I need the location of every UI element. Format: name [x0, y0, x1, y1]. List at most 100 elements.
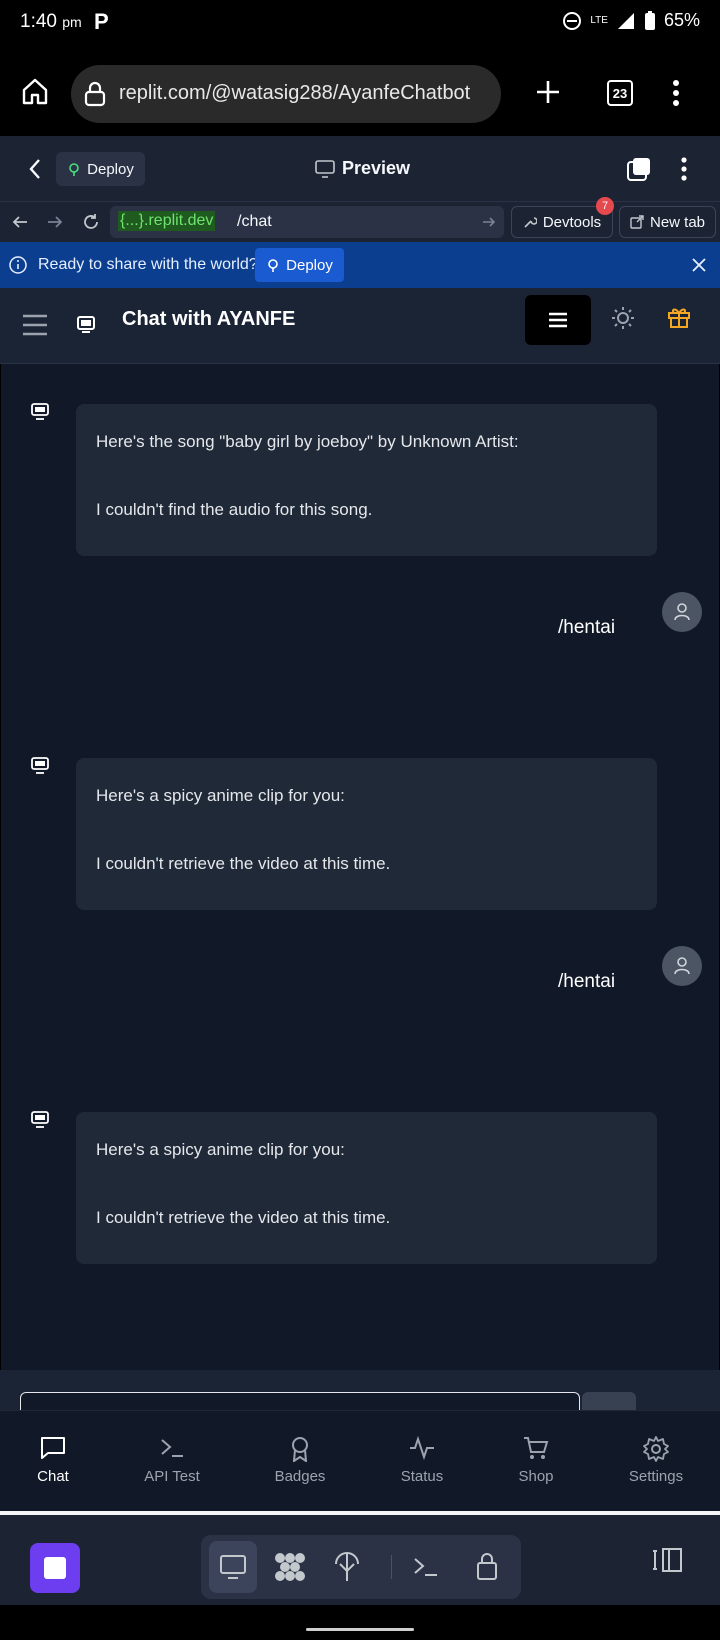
gift-icon[interactable]: [667, 305, 691, 329]
message-input[interactable]: [20, 1392, 580, 1412]
back-arrow-icon[interactable]: [12, 215, 28, 229]
app-tile-icon: [44, 1557, 66, 1579]
status-time: 1:40 pm: [20, 11, 82, 32]
nav-label: Status: [400, 1468, 444, 1485]
devtools-label: Devtools: [542, 213, 602, 231]
more-vert-icon[interactable]: [680, 156, 688, 182]
cart-icon: [524, 1437, 549, 1459]
bot-message: Here's a spicy anime clip for you: I cou…: [76, 758, 657, 910]
user-icon: [674, 957, 690, 975]
gear-icon: [643, 1436, 669, 1462]
nav-chat[interactable]: Chat: [3, 1411, 103, 1511]
app-header: Chat with AYANFE: [0, 288, 720, 364]
new-tab-label: New tab: [649, 213, 706, 231]
reload-icon[interactable]: [81, 212, 101, 232]
new-tab-button[interactable]: New tab: [619, 206, 716, 238]
home-icon[interactable]: [20, 76, 50, 106]
deploy-button[interactable]: Deploy: [56, 152, 145, 186]
lock-icon: [84, 81, 106, 107]
status-right: LTE 65%: [562, 10, 700, 31]
puzzle-icon[interactable]: [274, 1552, 306, 1582]
nav-api-test[interactable]: API Test: [122, 1411, 222, 1511]
activity-icon: [410, 1436, 434, 1460]
deploy-banner: Ready to share with the world? Deploy: [0, 242, 720, 288]
bot-message-line: I couldn't retrieve the video at this ti…: [96, 854, 391, 873]
signal-icon: [617, 12, 634, 29]
status-bar: 1:40 pm P LTE 65%: [0, 0, 720, 46]
battery-icon: [644, 10, 655, 30]
webview-address-row: {...}.replit.dev /chat Devtools 7 New ta…: [0, 197, 720, 242]
bot-message-line: I couldn't find the audio for this song.: [96, 500, 373, 519]
app-tile[interactable]: [30, 1543, 80, 1593]
bot-message-line: Here's a spicy anime clip for you:: [96, 1140, 345, 1159]
back-chevron-icon[interactable]: [28, 158, 42, 180]
user-message: /hentai: [558, 971, 616, 992]
deploy-icon[interactable]: [334, 1551, 360, 1583]
deploy-label: Deploy: [87, 160, 134, 178]
deploy-icon: [268, 259, 278, 272]
nav-label: API Test: [144, 1468, 200, 1485]
lock-icon[interactable]: [476, 1551, 498, 1581]
split-panel-icon[interactable]: [651, 1547, 683, 1573]
nav-label: Chat: [37, 1468, 69, 1485]
banner-text: Ready to share with the world?: [38, 256, 258, 273]
webview-url-field[interactable]: {...}.replit.dev /chat: [110, 206, 504, 238]
url-path: /chat: [237, 213, 272, 230]
chat-messages: Here's the song "baby girl by joeboy" by…: [1, 364, 719, 1370]
sun-icon[interactable]: [611, 306, 635, 330]
deploy-icon: [69, 163, 79, 176]
bot-message-line: I couldn't retrieve the video at this ti…: [96, 1208, 391, 1227]
close-icon[interactable]: [692, 258, 706, 272]
bot-message: Here's the song "baby girl by joeboy" by…: [76, 404, 657, 556]
bottom-nav: Chat API Test Badges Status Shop Setting…: [0, 1410, 720, 1514]
wrench-icon: [524, 217, 537, 228]
user-avatar: [662, 946, 702, 986]
terminal-icon[interactable]: [413, 1555, 439, 1579]
preview-title: Preview: [342, 158, 411, 178]
menu-icon: [549, 312, 567, 328]
user-message: /hentai: [558, 617, 616, 638]
devtools-badge: 7: [596, 197, 614, 215]
replit-header: Deploy Preview: [0, 136, 720, 202]
notification-p-icon: P: [94, 9, 109, 34]
app-title: Chat with AYANFE: [122, 308, 296, 330]
url-text: replit.com/@watasig288/AyanfeChatbot: [119, 82, 471, 104]
bot-message-line: Here's a spicy anime clip for you:: [96, 786, 345, 805]
system-nav-area: [0, 1605, 720, 1640]
url-host: {...}.replit.dev: [118, 211, 216, 231]
nav-shop[interactable]: Shop: [486, 1411, 586, 1511]
window-toggle-icon[interactable]: [626, 156, 652, 182]
webview-tool[interactable]: [209, 1541, 257, 1593]
tab-count-button[interactable]: 23: [607, 80, 633, 106]
more-vert-icon[interactable]: [672, 79, 680, 107]
tools-divider: [391, 1555, 392, 1579]
network-type: LTE: [590, 15, 608, 26]
nav-settings[interactable]: Settings: [606, 1411, 706, 1511]
send-button[interactable]: [582, 1392, 636, 1412]
new-tab-plus-icon[interactable]: [535, 79, 561, 105]
hamburger-icon[interactable]: [22, 314, 48, 336]
banner-deploy-button[interactable]: Deploy: [255, 248, 344, 282]
bot-avatar-icon: [31, 1111, 49, 1128]
go-arrow-icon[interactable]: [482, 216, 496, 228]
bot-avatar-icon: [31, 403, 49, 420]
badge-icon: [292, 1437, 308, 1462]
menu-button[interactable]: [525, 295, 591, 345]
nav-label: Shop: [518, 1468, 554, 1485]
nav-status[interactable]: Status: [372, 1411, 472, 1511]
forward-arrow-icon[interactable]: [47, 215, 63, 229]
terminal-icon: [161, 1439, 183, 1457]
bot-message: Here's a spicy anime clip for you: I cou…: [76, 1112, 657, 1264]
monitor-icon: [220, 1555, 246, 1579]
user-avatar: [662, 592, 702, 632]
tools-group: [201, 1535, 521, 1599]
bot-avatar-icon: [31, 757, 49, 774]
robot-icon: [77, 316, 95, 333]
url-bar[interactable]: replit.com/@watasig288/AyanfeChatbot: [71, 65, 501, 123]
nav-badges[interactable]: Badges: [250, 1411, 350, 1511]
external-link-icon: [630, 215, 644, 229]
user-icon: [674, 603, 690, 621]
gesture-bar[interactable]: [306, 1628, 414, 1631]
monitor-icon: [315, 160, 335, 178]
devtools-button[interactable]: Devtools 7: [511, 197, 614, 238]
